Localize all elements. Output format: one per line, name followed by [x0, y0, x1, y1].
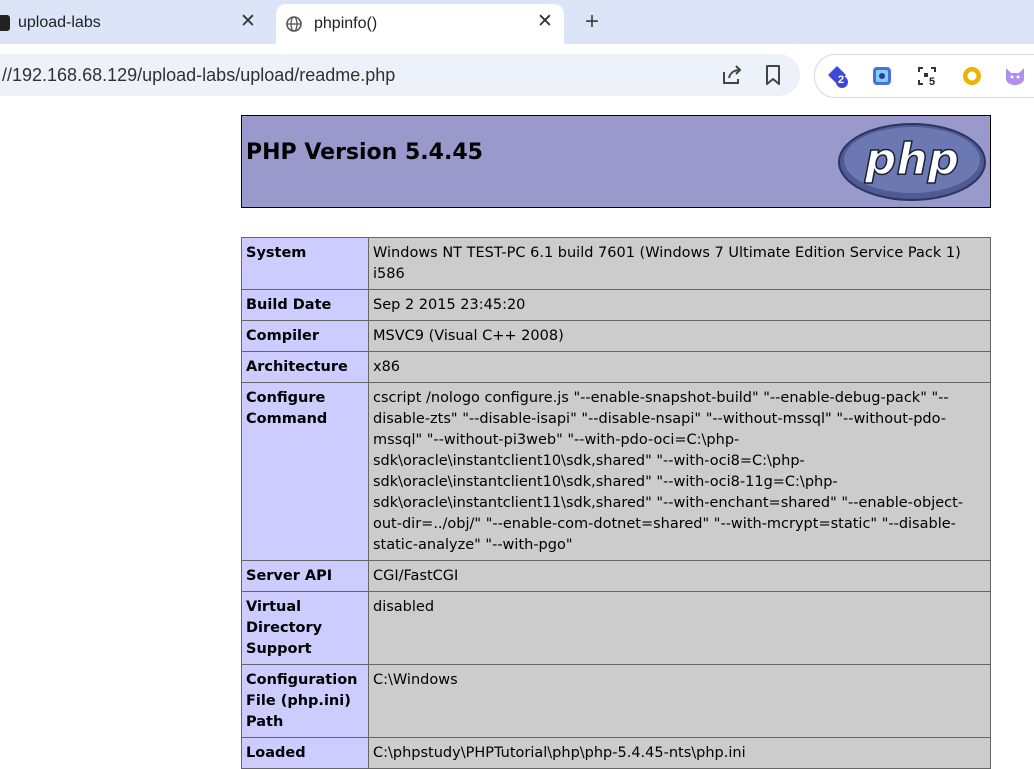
config-value: x86	[368, 351, 991, 383]
config-key: Virtual Directory Support	[241, 591, 369, 665]
extension-cat-icon[interactable]	[1003, 64, 1027, 88]
config-key: Loaded	[241, 737, 369, 769]
phpinfo-header: PHP Version 5.4.45 php	[241, 115, 991, 208]
config-value: C:\phpstudy\PHPTutorial\php\php-5.4.45-n…	[368, 737, 991, 769]
extension-ring-icon[interactable]	[960, 64, 984, 88]
new-tab-button[interactable]: +	[578, 8, 606, 36]
table-row: Server API CGI/FastCGI	[241, 560, 991, 592]
tab-strip: upload-labs ✕ phpinfo() ✕ +	[0, 0, 1034, 44]
config-value: C:\Windows	[368, 664, 991, 738]
table-row: Loaded C:\phpstudy\PHPTutorial\php\php-5.…	[241, 737, 991, 769]
share-icon[interactable]	[720, 63, 744, 87]
table-row: Virtual Directory Support disabled	[241, 591, 991, 665]
config-value: cscript /nologo configure.js "--enable-s…	[368, 382, 991, 561]
extension-window-icon[interactable]	[870, 64, 894, 88]
php-logo[interactable]: php	[837, 122, 987, 207]
table-row: Configuration File (php.ini) Path C:\Wind…	[241, 664, 991, 738]
config-key: Compiler	[241, 320, 369, 352]
config-key: Configure Command	[241, 382, 369, 561]
extension-diamond-icon[interactable]: 2	[825, 64, 849, 88]
config-value: Windows NT TEST-PC 6.1 build 7601 (Windo…	[368, 237, 991, 290]
globe-icon	[286, 16, 302, 32]
php-version-title: PHP Version 5.4.45	[246, 140, 483, 165]
config-key: Server API	[241, 560, 369, 592]
close-tab-icon[interactable]: ✕	[237, 11, 259, 33]
address-bar[interactable]: //192.168.68.129/upload-labs/upload/read…	[0, 54, 800, 96]
phpinfo-page: PHP Version 5.4.45 php System Windows NT …	[241, 115, 991, 769]
extensions-area: 2 5	[814, 54, 1034, 98]
tab-title: upload-labs	[18, 14, 101, 31]
config-key: Architecture	[241, 351, 369, 383]
table-row: Configure Command cscript /nologo configu…	[241, 382, 991, 561]
config-value: Sep 2 2015 23:45:20	[368, 289, 991, 321]
table-row: System Windows NT TEST-PC 6.1 build 7601 …	[241, 237, 991, 290]
browser-toolbar: //192.168.68.129/upload-labs/upload/read…	[0, 44, 1034, 106]
config-key: Configuration File (php.ini) Path	[241, 664, 369, 738]
extension-badge: 2	[838, 74, 845, 86]
url-text[interactable]: //192.168.68.129/upload-labs/upload/read…	[2, 65, 395, 86]
close-tab-icon[interactable]: ✕	[534, 11, 556, 33]
config-key: Build Date	[241, 289, 369, 321]
table-row: Compiler MSVC9 (Visual C++ 2008)	[241, 320, 991, 352]
tab-upload-labs[interactable]: upload-labs ✕	[0, 3, 272, 44]
tab-phpinfo[interactable]: phpinfo() ✕	[276, 4, 564, 44]
config-key: System	[241, 237, 369, 290]
table-row: Build Date Sep 2 2015 23:45:20	[241, 289, 991, 321]
extension-badge: 5	[929, 76, 936, 88]
config-value: MSVC9 (Visual C++ 2008)	[368, 320, 991, 352]
php-config-table: System Windows NT TEST-PC 6.1 build 7601 …	[241, 237, 991, 769]
bookmark-icon[interactable]	[761, 63, 785, 87]
extension-scan-icon[interactable]: 5	[915, 64, 939, 88]
site-favicon-icon	[0, 15, 10, 31]
table-row: Architecture x86	[241, 351, 991, 383]
config-value: disabled	[368, 591, 991, 665]
config-value: CGI/FastCGI	[368, 560, 991, 592]
php-logo-text: php	[864, 134, 959, 185]
tab-title: phpinfo()	[314, 15, 378, 32]
